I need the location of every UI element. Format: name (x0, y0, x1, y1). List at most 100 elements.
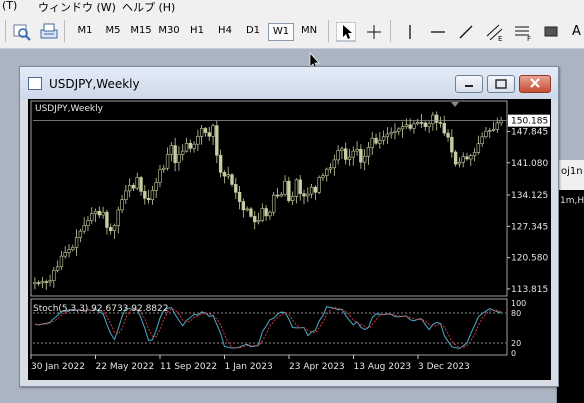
background-chart-window[interactable]: oj1n 1m,H (556, 160, 584, 403)
stochastic-tick-label: 100 (511, 299, 526, 308)
toolbar-separator (5, 20, 6, 42)
candle (484, 130, 488, 138)
candle (135, 177, 139, 189)
candle (450, 136, 454, 153)
candle (162, 167, 166, 170)
candle (404, 124, 409, 127)
candle (196, 136, 200, 145)
candle (203, 128, 208, 133)
candle (112, 225, 117, 231)
candle (207, 132, 211, 137)
candle (461, 156, 465, 163)
candle (36, 282, 41, 284)
window-titlebar[interactable]: USDJPY,Weekly (20, 67, 558, 99)
candle (389, 132, 393, 135)
time-tick-label: 23 Apr 2023 (289, 362, 345, 372)
menu-bar: (T) ウィンドウ (W) ヘルプ (H) (0, 0, 584, 14)
candle (90, 213, 94, 221)
candle (359, 148, 363, 163)
timeframe-button-w1[interactable]: W1 (268, 23, 294, 41)
zoom-chart-icon[interactable] (11, 21, 33, 41)
candle (165, 154, 170, 169)
candle (370, 137, 374, 148)
rectangle-icon[interactable] (542, 22, 560, 42)
stochastic-tick-label: 0 (511, 349, 516, 358)
fibonacci-icon[interactable]: F (512, 22, 534, 42)
menu-item-window[interactable]: ウィンドウ (W) (38, 0, 116, 15)
candle (465, 156, 469, 160)
candle (249, 208, 253, 217)
price-chart-area[interactable]: USDJPY,Weekly 113.815 120.580 127.345 134.1… (28, 99, 551, 380)
crosshair-icon[interactable] (364, 22, 384, 42)
candle (48, 280, 52, 283)
timeframe-button-m15[interactable]: M15 (128, 23, 154, 41)
timeframe-button-mn[interactable]: MN (296, 23, 322, 41)
candle (124, 190, 128, 200)
candle (279, 194, 283, 197)
candle (378, 140, 382, 144)
candle (218, 154, 223, 173)
minimize-button[interactable] (455, 75, 483, 93)
data-window-icon[interactable] (38, 21, 60, 41)
equidistant-channel-icon[interactable]: E (484, 22, 506, 42)
candle (211, 125, 215, 137)
window-title: USDJPY,Weekly (49, 77, 140, 91)
main-pane-frame (30, 100, 508, 297)
background-chart: 1m,H (557, 190, 584, 403)
candle (158, 169, 162, 183)
cursor-icon[interactable] (336, 22, 356, 42)
time-tick-label: 22 May 2022 (96, 362, 155, 372)
candle (302, 193, 306, 197)
candle (491, 129, 496, 131)
candle (480, 136, 484, 145)
candle (469, 155, 473, 160)
candle (154, 182, 158, 191)
trend-line-icon[interactable] (456, 22, 476, 42)
menu-item-help[interactable]: ヘルプ (H) (122, 0, 175, 15)
time-tick-label: 11 Sep 2022 (160, 362, 217, 372)
close-icon (530, 78, 540, 88)
timeframe-button-d1[interactable]: D1 (240, 23, 266, 41)
horizontal-line-icon[interactable] (428, 22, 448, 42)
candle (55, 266, 60, 271)
timeframe-button-h1[interactable]: H1 (184, 23, 210, 41)
candle (105, 211, 109, 228)
candle (222, 172, 227, 177)
candle (59, 255, 64, 268)
price-axis: 113.815 120.580 127.345 134.125 141.080 147.8… (507, 114, 550, 295)
background-window-title: oj1n (561, 166, 583, 177)
candle (438, 122, 443, 124)
timeframe-button-m5[interactable]: M5 (100, 23, 126, 41)
svg-text:E: E (498, 35, 502, 42)
candle (215, 125, 219, 156)
text-icon[interactable]: A (572, 24, 581, 39)
scroll-shift-marker-icon[interactable] (451, 102, 459, 107)
candle (169, 145, 174, 155)
candle (495, 122, 500, 130)
candle (74, 237, 79, 248)
candle (381, 136, 386, 141)
maximize-button[interactable] (487, 75, 515, 93)
price-tick-label: 141.080 (511, 159, 548, 169)
candle (374, 137, 378, 144)
candle (120, 199, 124, 211)
candle (33, 282, 37, 285)
candle (332, 159, 337, 169)
maximize-icon (495, 79, 507, 89)
price-chart[interactable]: USDJPY,Weekly 113.815 120.580 127.345 134.1… (28, 99, 551, 380)
timeframe-button-h4[interactable]: H4 (212, 23, 238, 41)
timeframe-button-m30[interactable]: M30 (156, 23, 182, 41)
vertical-line-icon[interactable] (400, 22, 420, 42)
candle (309, 186, 314, 195)
candle (71, 247, 75, 250)
candle (313, 186, 318, 193)
stochastic-tick-label: 80 (511, 309, 521, 318)
timeframe-button-m1[interactable]: M1 (72, 23, 98, 41)
candle (325, 168, 329, 176)
candle (109, 227, 113, 231)
menu-item-tools[interactable]: (T) (2, 0, 17, 12)
candle (93, 210, 98, 214)
close-button[interactable] (519, 75, 551, 93)
chart-window[interactable]: USDJPY,Weekly USDJPY,Weekly 113.815 120.5… (19, 66, 559, 387)
candle (412, 123, 416, 129)
